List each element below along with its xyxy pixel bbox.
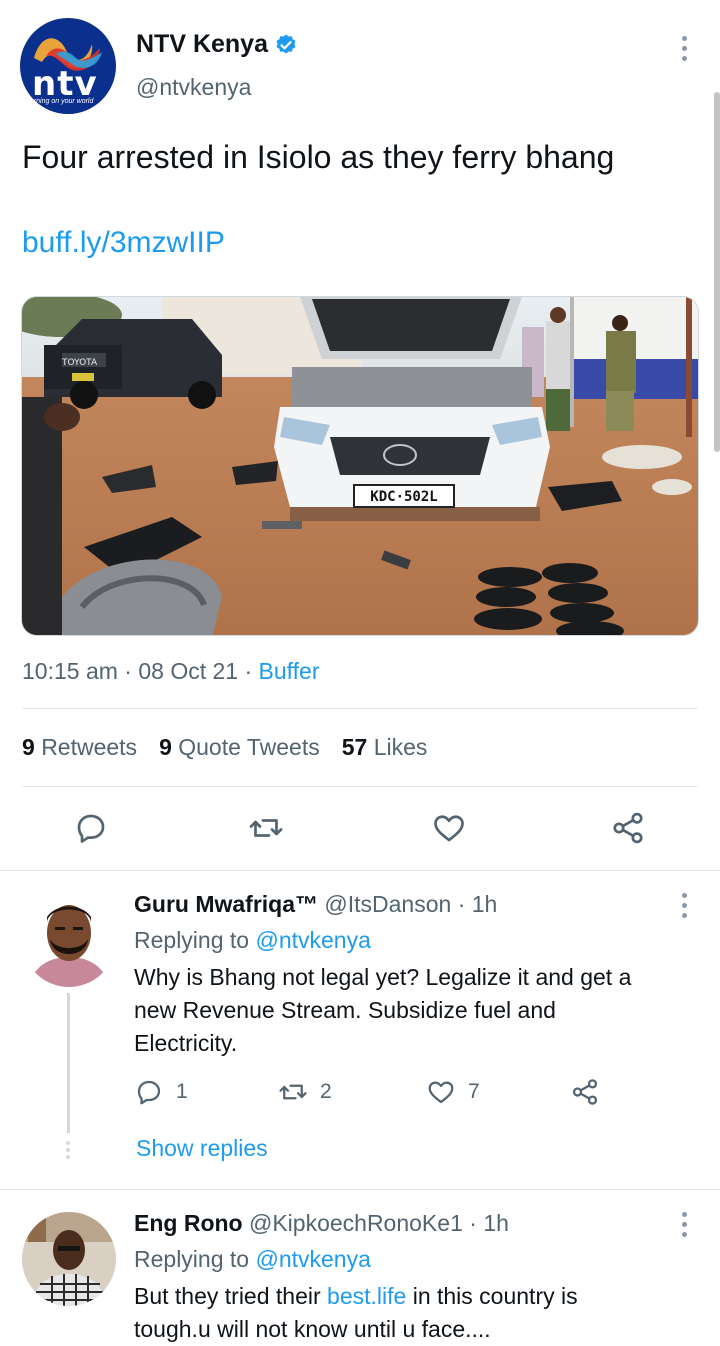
likes-count: 57 bbox=[341, 734, 368, 760]
tweet-time: 10:15 am bbox=[22, 658, 118, 684]
tweet-photo-image: TOYOTA KDC·502L bbox=[22, 297, 698, 635]
meta-dot: · bbox=[244, 658, 259, 684]
author-name[interactable]: NTV Kenya bbox=[136, 30, 298, 59]
share-icon[interactable] bbox=[610, 810, 646, 846]
scrollbar[interactable] bbox=[714, 92, 720, 452]
share-icon bbox=[572, 1079, 598, 1105]
reply-text: Why is Bhang not legal yet? Legalize it … bbox=[134, 961, 694, 1060]
like-icon[interactable] bbox=[431, 810, 467, 846]
quotes-stat[interactable]: 9 Quote Tweets bbox=[159, 734, 320, 761]
quotes-label: Quote Tweets bbox=[178, 734, 320, 760]
replying-to-handle[interactable]: @ntvkenya bbox=[255, 1246, 370, 1272]
truck-badge-text: TOYOTA bbox=[61, 358, 98, 368]
reply-reply-action[interactable]: 1 bbox=[134, 1077, 188, 1107]
reply-avatar-image bbox=[22, 893, 116, 987]
reply-icon bbox=[137, 1080, 161, 1105]
reply-text-line: tough.u will not know until u face.... bbox=[134, 1316, 491, 1342]
author-avatar[interactable]: ntv turning on your world bbox=[20, 18, 116, 114]
tweet-header: ntv turning on your world NTV Kenya @ntv… bbox=[20, 18, 700, 114]
divider bbox=[22, 786, 698, 787]
quotes-count: 9 bbox=[159, 734, 172, 760]
reply-share-action[interactable] bbox=[570, 1077, 600, 1107]
reply-item[interactable]: Eng Rono @KipkoechRonoKe1 · 1h Replying … bbox=[0, 1190, 720, 1346]
license-plate-text: KDC·502L bbox=[370, 489, 437, 505]
reply-text-line: But they tried their best.life in this c… bbox=[134, 1280, 694, 1313]
reply-text-line: Why is Bhang not legal yet? Legalize it … bbox=[134, 964, 632, 990]
replying-prefix: Replying to bbox=[134, 1246, 250, 1272]
reply-author-handle[interactable]: @ItsDanson bbox=[324, 891, 451, 917]
thread-continuation-dots bbox=[66, 1141, 70, 1159]
retweets-count: 9 bbox=[22, 734, 35, 760]
reply-text-line: new Revenue Stream. Subsidize fuel and bbox=[134, 997, 556, 1023]
verified-badge-icon bbox=[276, 34, 296, 53]
replying-to: Replying to @ntvkenya bbox=[134, 927, 371, 954]
like-icon bbox=[428, 1081, 454, 1104]
reply-text-line: Electricity. bbox=[134, 1030, 238, 1056]
reply-author-name[interactable]: Eng Rono bbox=[134, 1210, 243, 1236]
ntv-tagline: turning on your world bbox=[28, 98, 94, 105]
retweets-stat[interactable]: 9 Retweets bbox=[22, 734, 137, 761]
tweet-date: 08 Oct 21 bbox=[138, 658, 239, 684]
reply-text-segment: But they tried their bbox=[134, 1283, 328, 1309]
retweet-count: 2 bbox=[320, 1080, 332, 1103]
author-handle[interactable]: @ntvkenya bbox=[136, 74, 251, 101]
meta-dot: · bbox=[124, 658, 139, 684]
reply-avatar[interactable] bbox=[22, 893, 116, 987]
reply-like-action[interactable]: 7 bbox=[426, 1077, 480, 1107]
reply-age: 1h bbox=[471, 891, 498, 917]
author-name-text: NTV Kenya bbox=[136, 30, 268, 58]
retweet-icon[interactable] bbox=[248, 810, 284, 846]
show-replies-link[interactable]: Show replies bbox=[136, 1135, 268, 1162]
tweet-link[interactable]: buff.ly/3mzwIIP bbox=[22, 226, 225, 260]
tweet-more-icon[interactable] bbox=[682, 36, 688, 61]
likes-stat[interactable]: 57 Likes bbox=[342, 734, 428, 761]
reply-author-handle[interactable]: @KipkoechRonoKe1 bbox=[249, 1210, 463, 1236]
tweet-action-bar bbox=[0, 810, 720, 850]
retweets-label: Retweets bbox=[41, 734, 138, 760]
tweet-meta: 10:15 am · 08 Oct 21 · Buffer bbox=[22, 658, 320, 685]
reply-text-link[interactable]: best.life bbox=[327, 1283, 406, 1309]
reply-action-bar: 1 2 7 bbox=[134, 1077, 614, 1109]
divider bbox=[22, 708, 698, 709]
tweet-source[interactable]: Buffer bbox=[259, 658, 320, 684]
reply-author-name[interactable]: Guru Mwafriqa™ bbox=[134, 891, 318, 917]
replying-to: Replying to @ntvkenya bbox=[134, 1246, 371, 1273]
retweet-icon bbox=[279, 1084, 307, 1100]
reply-avatar-image bbox=[22, 1212, 116, 1306]
likes-label: Likes bbox=[373, 734, 428, 760]
reply-icon[interactable] bbox=[73, 810, 109, 846]
replying-to-handle[interactable]: @ntvkenya bbox=[255, 927, 370, 953]
reply-retweet-action[interactable]: 2 bbox=[278, 1077, 332, 1107]
reply-count: 1 bbox=[176, 1080, 188, 1103]
like-count: 7 bbox=[468, 1080, 480, 1103]
reply-avatar[interactable] bbox=[22, 1212, 116, 1306]
reply-age: 1h bbox=[483, 1210, 509, 1236]
meta-dot: · bbox=[457, 891, 472, 917]
reply-item[interactable]: Guru Mwafriqa™ @ItsDanson · 1h Replying … bbox=[0, 871, 720, 1189]
reply-text: But they tried their best.life in this c… bbox=[134, 1280, 694, 1346]
thread-line bbox=[67, 993, 70, 1133]
reply-text-segment: in this country is bbox=[406, 1283, 578, 1309]
reply-more-icon[interactable] bbox=[682, 1212, 688, 1237]
reply-more-icon[interactable] bbox=[682, 893, 688, 918]
tweet-photo[interactable]: TOYOTA KDC·502L bbox=[21, 296, 699, 636]
tweet-text: Four arrested in Isiolo as they ferry bh… bbox=[22, 139, 615, 175]
reply-header: Eng Rono @KipkoechRonoKe1 · 1h bbox=[134, 1210, 509, 1237]
tweet-stats: 9 Retweets 9 Quote Tweets 57 Likes bbox=[22, 734, 427, 761]
replying-prefix: Replying to bbox=[134, 927, 250, 953]
meta-dot: · bbox=[469, 1210, 484, 1236]
reply-header: Guru Mwafriqa™ @ItsDanson · 1h bbox=[134, 891, 497, 918]
